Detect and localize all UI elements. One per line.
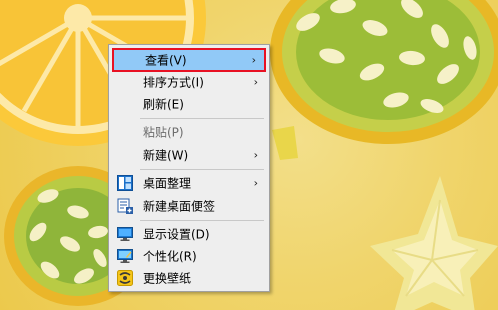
desktop-context-menu: 查看(V) › 排序方式(I) › 刷新(E) 粘贴(P) 新建(W) › 桌面… bbox=[108, 44, 270, 292]
menu-separator bbox=[140, 169, 264, 170]
chevron-right-icon: › bbox=[253, 75, 258, 89]
menu-item-paste-label: 粘贴(P) bbox=[143, 125, 184, 140]
menu-item-new-desktop-note[interactable]: 新建桌面便签 bbox=[112, 194, 266, 218]
wallpaper-change-icon bbox=[117, 270, 133, 286]
menu-item-refresh[interactable]: 刷新(E) bbox=[112, 92, 266, 116]
menu-item-view[interactable]: 查看(V) › bbox=[112, 48, 266, 72]
menu-item-new-desktop-note-label: 新建桌面便签 bbox=[143, 199, 216, 214]
kiwano-slice-top-right bbox=[270, 0, 498, 144]
menu-item-sort-by[interactable]: 排序方式(I) › bbox=[112, 70, 266, 94]
menu-separator bbox=[140, 118, 264, 119]
starfruit-slice-bottom-right bbox=[370, 176, 498, 310]
menu-item-desktop-organize-label: 桌面整理 bbox=[143, 176, 192, 191]
desktop[interactable]: 查看(V) › 排序方式(I) › 刷新(E) 粘贴(P) 新建(W) › 桌面… bbox=[0, 0, 498, 310]
sticky-note-icon bbox=[117, 198, 133, 214]
menu-item-refresh-label: 刷新(E) bbox=[143, 97, 184, 112]
menu-item-view-label: 查看(V) bbox=[145, 53, 187, 68]
chevron-right-icon: › bbox=[251, 53, 256, 67]
menu-item-change-wallpaper-label: 更换壁纸 bbox=[143, 271, 192, 286]
chevron-right-icon: › bbox=[253, 148, 258, 162]
fruit-fragment-center bbox=[272, 126, 298, 160]
menu-separator bbox=[140, 220, 264, 221]
desktop-organize-icon bbox=[117, 175, 133, 191]
menu-item-change-wallpaper[interactable]: 更换壁纸 bbox=[112, 266, 266, 290]
menu-item-new[interactable]: 新建(W) › bbox=[112, 143, 266, 167]
menu-item-display-settings[interactable]: 显示设置(D) bbox=[112, 222, 266, 246]
menu-item-new-label: 新建(W) bbox=[143, 148, 189, 163]
display-monitor-icon bbox=[117, 227, 133, 241]
menu-item-personalize-label: 个性化(R) bbox=[143, 249, 197, 264]
menu-item-display-settings-label: 显示设置(D) bbox=[143, 227, 210, 242]
menu-item-desktop-organize[interactable]: 桌面整理 › bbox=[112, 171, 266, 195]
menu-item-paste: 粘贴(P) bbox=[112, 120, 266, 144]
chevron-right-icon: › bbox=[253, 176, 258, 190]
menu-item-personalize[interactable]: 个性化(R) bbox=[112, 244, 266, 268]
menu-item-sort-by-label: 排序方式(I) bbox=[143, 75, 204, 90]
personalize-monitor-icon bbox=[117, 249, 133, 263]
